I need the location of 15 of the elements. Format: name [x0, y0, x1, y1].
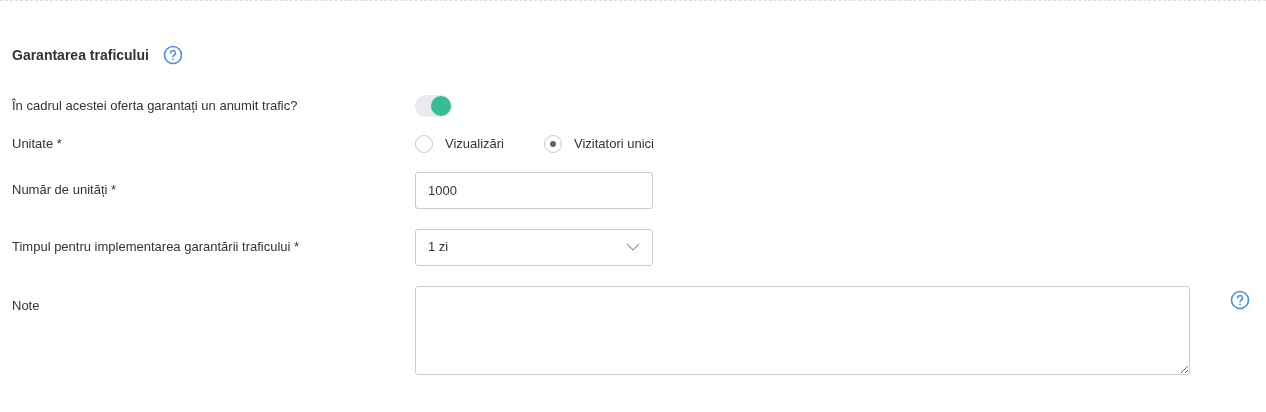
field-label: Timpul pentru implementarea garantării traficului * — [12, 238, 301, 257]
dropdown-field[interactable]: 1 zi — [415, 228, 653, 266]
number-field[interactable]: 1000 — [415, 171, 653, 209]
field-label: Unitate * — [12, 135, 63, 153]
chevron-icon — [626, 243, 640, 251]
field-label: Număr de unități * — [12, 181, 118, 200]
radio-option[interactable]: Vizitatori unici — [544, 134, 654, 154]
toggle-switch[interactable] — [415, 95, 452, 117]
notes-field[interactable] — [415, 285, 1190, 375]
radio-option[interactable]: Vizualizări — [415, 134, 504, 154]
field-label: Note — [12, 296, 41, 315]
section-title: Garantarea traficului — [12, 45, 149, 65]
help-icon[interactable] — [1230, 289, 1250, 310]
help-icon[interactable] — [162, 45, 183, 65]
field-label: În cadrul acestei oferta garantați un anumit trafic? — [12, 97, 299, 116]
